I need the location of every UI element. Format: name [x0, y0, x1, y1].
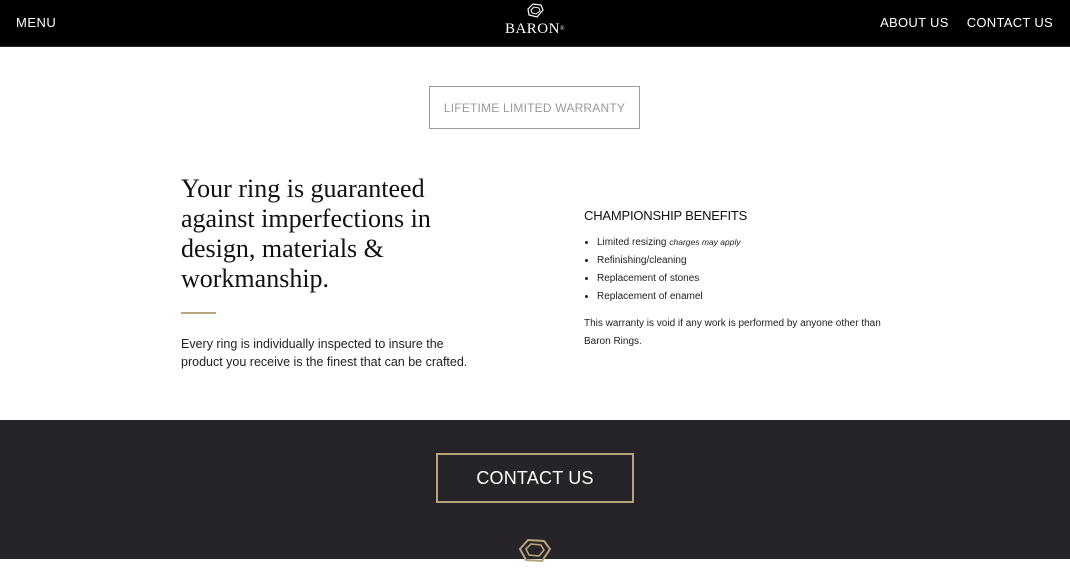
benefit-note: charges may apply — [669, 237, 741, 247]
nav-contact-us[interactable]: CONTACT US — [967, 15, 1053, 30]
benefit-label: Replacement of stones — [597, 273, 700, 284]
top-navigation-bar: MENU BARON® ABOUT US CONTACT US — [0, 0, 1070, 47]
baron-logo[interactable]: BARON® — [500, 2, 570, 44]
benefits-list: Limited resizing charges may apply Refin… — [584, 233, 741, 306]
benefit-item-refinishing: Refinishing/cleaning — [597, 252, 741, 270]
lifetime-warranty-button[interactable]: LIFETIME LIMITED WARRANTY — [429, 86, 640, 129]
nav-about-us[interactable]: ABOUT US — [880, 15, 949, 30]
logo-wordmark: BARON — [504, 21, 560, 37]
benefit-item-enamel: Replacement of enamel — [597, 288, 741, 306]
benefits-title: CHAMPIONSHIP BENEFITS — [584, 208, 748, 223]
benefit-label: Limited resizing — [597, 237, 667, 248]
ring-icon — [518, 538, 552, 563]
registered-mark: ® — [559, 26, 566, 32]
benefit-label: Replacement of enamel — [597, 291, 703, 302]
benefit-item-stones: Replacement of stones — [597, 270, 741, 288]
warranty-headline: Your ring is guaranteed against imperfec… — [181, 174, 431, 293]
footer: CONTACT US — [0, 420, 1070, 563]
ring-icon — [527, 3, 544, 18]
warranty-void-note: This warranty is void if any work is per… — [584, 318, 881, 347]
benefit-item-resizing: Limited resizing charges may apply — [597, 233, 741, 252]
footer-logo — [516, 535, 554, 570]
main-nav: ABOUT US CONTACT US — [880, 15, 1053, 30]
menu-button[interactable]: MENU — [16, 15, 56, 30]
warranty-intro-text: Every ring is individually inspected to … — [181, 337, 468, 369]
benefit-label: Refinishing/cleaning — [597, 255, 687, 266]
contact-us-button[interactable]: CONTACT US — [436, 453, 634, 503]
gold-divider — [181, 312, 216, 314]
